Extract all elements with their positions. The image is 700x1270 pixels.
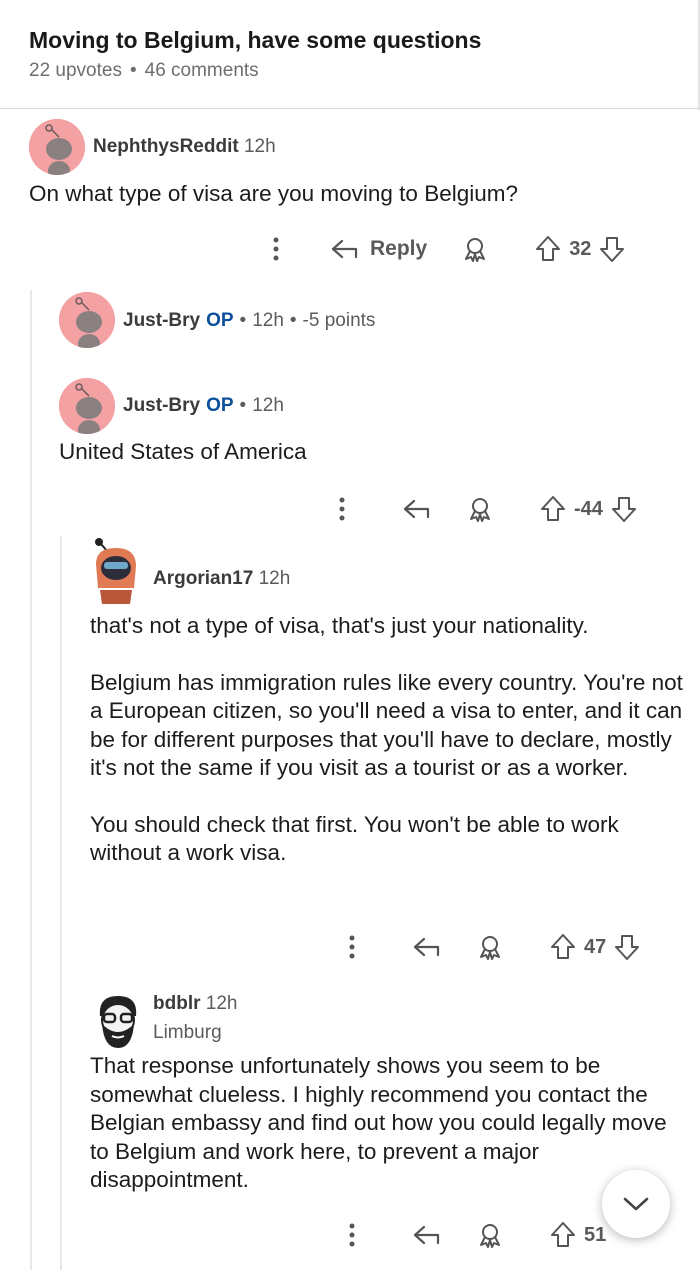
award-icon[interactable]: [476, 1221, 504, 1249]
award-icon[interactable]: [466, 495, 494, 523]
reply-arrow-icon[interactable]: [402, 497, 432, 521]
snoo-avatar-icon: [29, 119, 85, 175]
more-vertical-icon[interactable]: [338, 496, 346, 522]
comment-header: Just-Bry OP • 12h: [123, 395, 284, 417]
user-flair: Limburg: [153, 1022, 222, 1043]
comment-actions: 47: [348, 930, 640, 964]
timestamp: 12h: [243, 136, 276, 157]
timestamp: 12h: [252, 395, 284, 416]
comment-paragraph: that's not a type of visa, that's just y…: [90, 613, 589, 638]
post-meta: 22 upvotes • 46 comments: [29, 60, 259, 82]
vote-score: 32: [569, 237, 592, 260]
comment-bdblr: [90, 992, 142, 1048]
comment-paragraph: Belgium has immigration rules like every…: [90, 669, 683, 781]
downvote-arrow-icon[interactable]: [614, 933, 640, 961]
thread-line-level-2[interactable]: [60, 536, 62, 1270]
reply-button[interactable]: Reply: [330, 237, 427, 261]
timestamp: 12h: [205, 993, 238, 1014]
comment-nephthysreddit: [29, 119, 85, 175]
comment-header: NephthysReddit 12h: [93, 136, 276, 158]
meta-separator: •: [239, 310, 247, 331]
thread-line-level-1[interactable]: [30, 290, 32, 1270]
username[interactable]: bdblr: [153, 993, 201, 1014]
comment-count[interactable]: 46 comments: [145, 60, 259, 81]
vote-score: 51: [584, 1223, 607, 1246]
award-icon[interactable]: [476, 933, 504, 961]
chevron-down-icon: [623, 1197, 649, 1211]
comment-just-bry: [59, 378, 115, 434]
comment-just-bry-collapsed[interactable]: [59, 292, 115, 348]
more-vertical-icon[interactable]: [272, 236, 280, 262]
username[interactable]: Just-Bry: [123, 310, 200, 331]
meta-separator: •: [289, 310, 297, 331]
avatar[interactable]: [90, 992, 142, 1048]
upvote-count: 22 upvotes: [29, 60, 122, 81]
timestamp: 12h: [258, 568, 291, 589]
comment-actions: Reply 32: [272, 232, 625, 266]
comment-header: Just-Bry OP • 12h • -5 points: [123, 310, 375, 332]
header-divider: [0, 108, 700, 109]
username[interactable]: Argorian17: [153, 568, 253, 589]
downvote-arrow-icon[interactable]: [599, 235, 625, 263]
comment-body: United States of America: [59, 439, 307, 464]
upvote-arrow-icon[interactable]: [550, 933, 576, 961]
points: -5 points: [302, 310, 376, 331]
upvote-arrow-icon[interactable]: [540, 495, 566, 523]
comment-argorian17: [90, 534, 142, 604]
comment-actions: -44: [338, 492, 637, 526]
comment-actions: 51: [348, 1218, 606, 1252]
timestamp: 12h: [252, 310, 284, 331]
downvote-arrow-icon[interactable]: [611, 495, 637, 523]
comment-paragraph: You should check that first. You won't b…: [90, 811, 619, 866]
meta-separator: •: [239, 395, 247, 416]
upvote-arrow-icon[interactable]: [550, 1221, 576, 1249]
meta-separator: •: [129, 60, 137, 81]
comment-body: On what type of visa are you moving to B…: [29, 181, 519, 206]
op-badge: OP: [206, 395, 234, 416]
op-badge: OP: [206, 310, 234, 331]
avatar[interactable]: [29, 119, 85, 175]
snoo-avatar-icon: [59, 378, 115, 434]
custom-avatar-icon: [95, 538, 136, 604]
username[interactable]: Just-Bry: [123, 395, 200, 416]
more-vertical-icon[interactable]: [348, 1222, 356, 1248]
vote-score: -44: [574, 497, 603, 520]
avatar[interactable]: [90, 534, 142, 604]
snoo-avatar-icon: [59, 292, 115, 348]
comment-header: Argorian17 12h: [153, 568, 290, 590]
username[interactable]: NephthysReddit: [93, 136, 239, 157]
reply-arrow-icon[interactable]: [412, 935, 442, 959]
reply-label[interactable]: Reply: [370, 237, 427, 261]
post-title: Moving to Belgium, have some questions: [29, 27, 482, 53]
scroll-down-button[interactable]: [602, 1170, 670, 1238]
bearded-avatar-icon: [99, 996, 137, 1048]
reply-arrow-icon: [331, 239, 358, 259]
comment-header: bdblr 12h: [153, 993, 237, 1015]
more-vertical-icon[interactable]: [348, 934, 356, 960]
reply-arrow-icon[interactable]: [412, 1223, 442, 1247]
avatar[interactable]: [59, 378, 115, 434]
award-icon[interactable]: [461, 235, 489, 263]
comment-body: That response unfortunately shows you se…: [90, 1053, 667, 1192]
comment-body: that's not a type of visa, that's just y…: [90, 612, 685, 868]
avatar[interactable]: [59, 292, 115, 348]
vote-score: 47: [584, 935, 607, 958]
upvote-arrow-icon[interactable]: [535, 235, 561, 263]
